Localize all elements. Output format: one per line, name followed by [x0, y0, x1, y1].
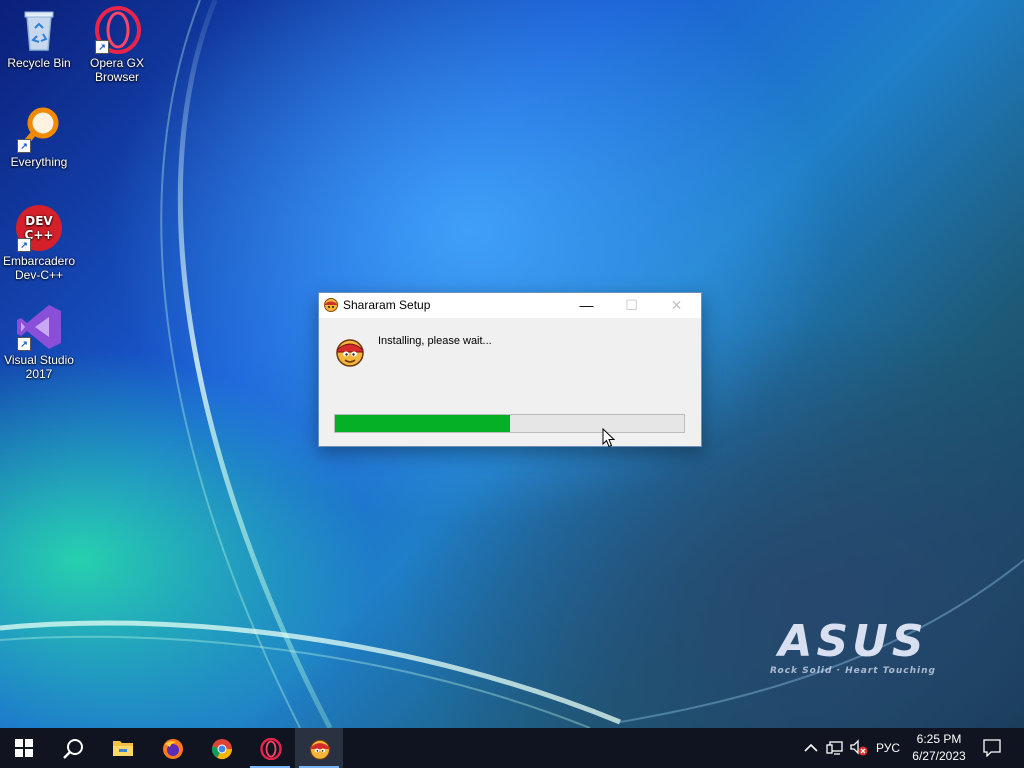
svg-text:DEV: DEV — [25, 214, 53, 228]
desktop-icon-visual-studio[interactable]: ↗ Visual Studio 2017 — [0, 303, 78, 381]
shortcut-arrow-icon: ↗ — [17, 139, 31, 153]
taskbar: РУС 6:25 PM 6/27/2023 — [0, 728, 1024, 768]
taskbar-chrome[interactable] — [197, 728, 245, 768]
desktop-icon-label: Visual Studio 2017 — [4, 353, 74, 381]
install-progress-bar — [334, 414, 685, 433]
opera-gx-icon — [260, 738, 282, 760]
chrome-icon — [211, 739, 233, 760]
desktop-icon-dev-cpp[interactable]: DEV C++ ↗ Embarcadero Dev-C++ — [0, 204, 78, 282]
asus-logo-text: ASUS — [778, 616, 928, 667]
taskbar-shararam-setup[interactable] — [295, 728, 343, 768]
close-button[interactable]: ✕ — [654, 293, 699, 318]
notification-icon — [983, 739, 1001, 757]
network-button[interactable] — [824, 728, 846, 768]
shararam-setup-icon — [309, 739, 331, 760]
dev-cpp-icon: DEV C++ ↗ — [15, 204, 63, 252]
clock-date: 6/27/2023 — [912, 749, 966, 763]
desktop-icon-label: Everything — [10, 155, 68, 169]
opera-gx-icon: ↗ — [93, 6, 141, 54]
show-hidden-icons-button[interactable] — [800, 728, 822, 768]
shararam-setup-dialog[interactable]: Shararam Setup — ☐ ✕ Installing, please … — [318, 292, 702, 447]
chevron-up-icon — [804, 743, 818, 752]
file-explorer-icon — [113, 741, 133, 756]
desktop-icon-everything[interactable]: ↗ Everything — [0, 105, 78, 169]
desktop-icon-label: Opera GX Browser — [89, 56, 145, 84]
network-icon — [826, 741, 843, 755]
maximize-button[interactable]: ☐ — [609, 293, 654, 318]
asus-wallpaper-logo: ASUS Rock Solid · Heart Touching — [758, 616, 948, 677]
visual-studio-icon: ↗ — [15, 303, 63, 351]
desktop-icon-label: Embarcadero Dev-C++ — [2, 254, 76, 282]
desktop-icon-opera-gx[interactable]: ↗ Opera GX Browser — [78, 6, 156, 84]
asus-logo-tagline: Rock Solid · Heart Touching — [770, 666, 936, 676]
everything-search-icon: ↗ — [15, 105, 63, 153]
shortcut-arrow-icon: ↗ — [17, 337, 31, 351]
mouse-cursor-icon — [602, 428, 616, 448]
volume-muted-icon — [850, 739, 868, 756]
windows-start-icon — [15, 739, 33, 757]
shararam-mascot-icon — [336, 339, 364, 367]
clock-time: 6:25 PM — [916, 732, 962, 746]
desktop-icon-label: Recycle Bin — [7, 56, 71, 70]
dialog-titlebar[interactable]: Shararam Setup — ☐ ✕ — [319, 293, 701, 318]
install-progress-fill — [335, 415, 510, 432]
taskbar-search-button[interactable] — [48, 728, 96, 768]
minimize-button[interactable]: — — [564, 293, 609, 318]
shararam-app-icon — [324, 298, 338, 312]
desktop-icon-recycle-bin[interactable]: Recycle Bin — [0, 6, 78, 70]
taskbar-firefox[interactable] — [148, 728, 196, 768]
taskbar-file-explorer[interactable] — [98, 728, 146, 768]
volume-button[interactable] — [848, 728, 870, 768]
taskbar-clock[interactable]: 6:25 PM 6/27/2023 — [906, 731, 972, 765]
dialog-title: Shararam Setup — [343, 298, 431, 312]
recycle-bin-icon — [15, 6, 63, 54]
taskbar-opera-gx[interactable] — [246, 728, 294, 768]
search-icon — [63, 739, 83, 759]
shortcut-arrow-icon: ↗ — [95, 40, 109, 54]
shortcut-arrow-icon: ↗ — [17, 238, 31, 252]
install-status-text: Installing, please wait... — [378, 335, 492, 347]
firefox-icon — [163, 739, 183, 759]
start-button[interactable] — [0, 728, 48, 768]
action-center-button[interactable] — [978, 728, 1006, 768]
input-language-indicator[interactable]: РУС — [876, 728, 902, 768]
